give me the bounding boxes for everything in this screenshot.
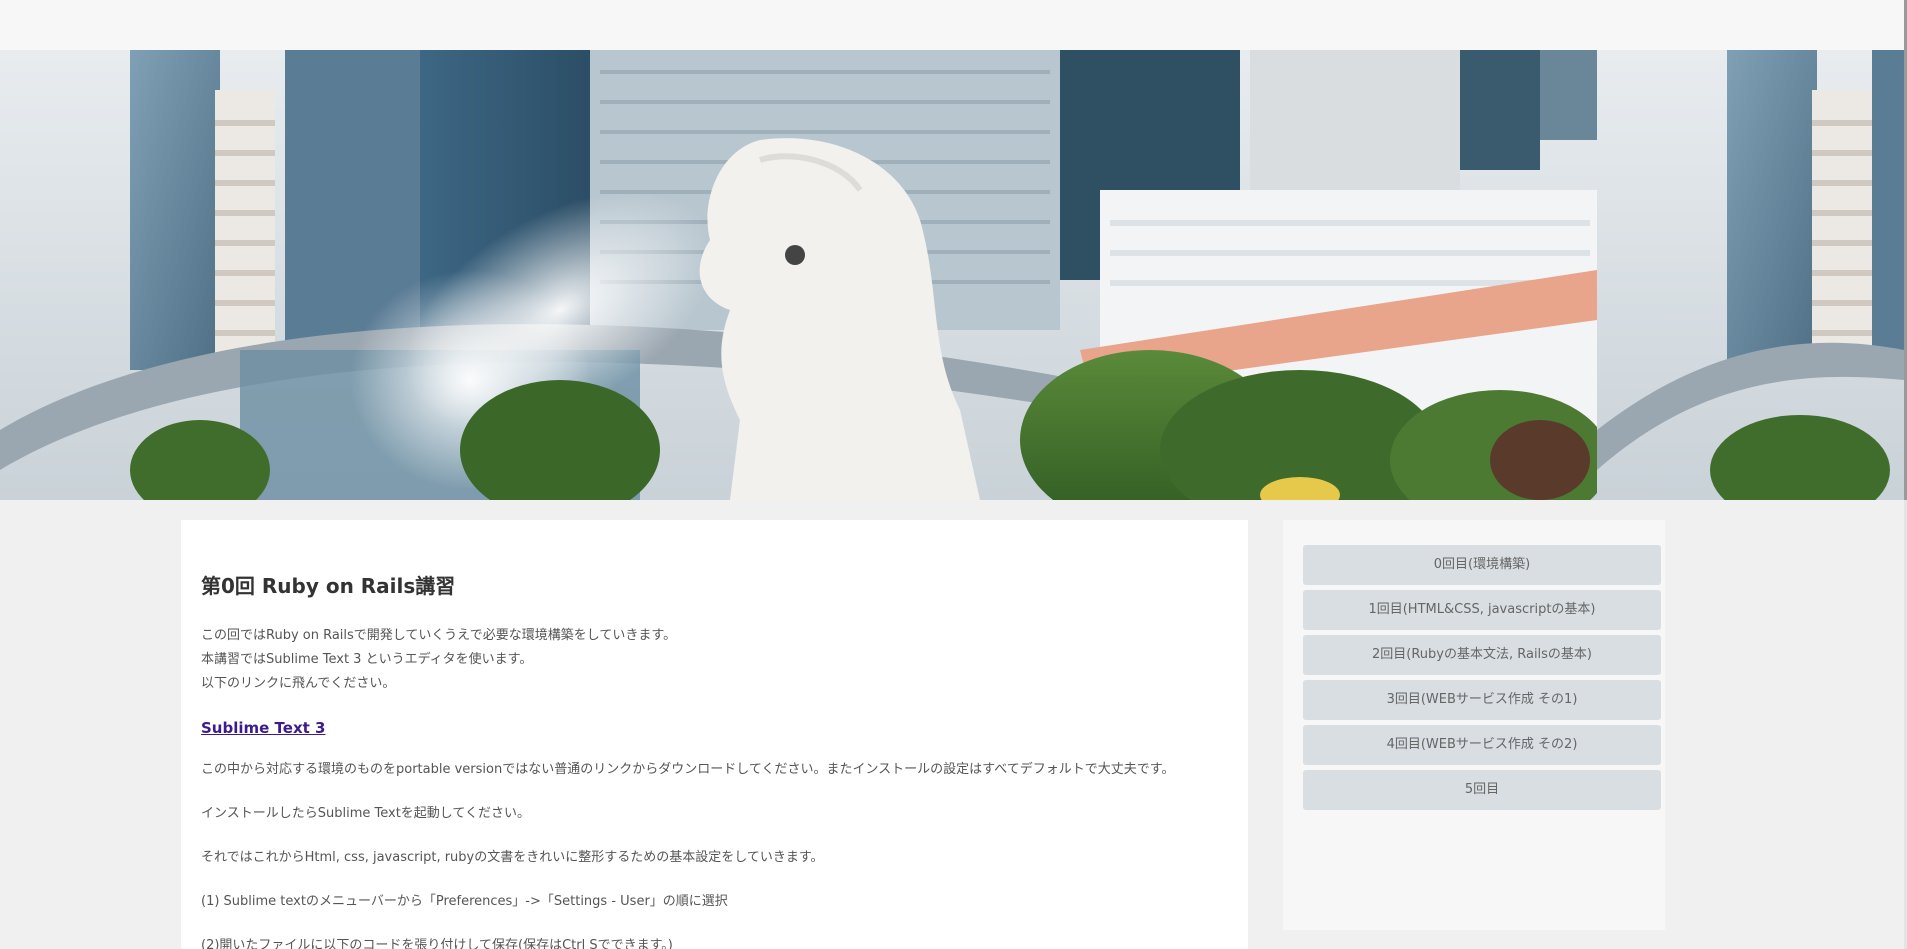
lesson-nav-item-4[interactable]: 4回目(WEBサービス作成 その2) [1303,725,1661,765]
lesson-nav-item-0[interactable]: 0回目(環境構築) [1303,545,1661,585]
lesson-nav-item-5[interactable]: 5回目 [1303,770,1661,810]
article-paragraph: インストールしたらSublime Textを起動してください。 [201,806,531,821]
intro-line: 本講習ではSublime Text 3 というエディタを使います。 [201,652,533,667]
article-panel: 第0回 Ruby on Rails講習 この回ではRuby on Railsで開… [181,520,1248,949]
article-paragraph: それではこれからHtml, css, javascript, rubyの文書をき… [201,850,824,865]
article-paragraph: (2)開いたファイルに以下のコードを張り付けして保存(保存はCtrl Sでできま… [201,938,673,949]
intro-line: この回ではRuby on Railsで開発していくうえで必要な環境構築をしていき… [201,628,677,643]
lesson-nav: 0回目(環境構築) 1回目(HTML&CSS, javascriptの基本) 2… [1283,520,1665,810]
top-bar [0,0,1907,50]
article-paragraph: (1) Sublime textのメニューバーから「Preferences」->… [201,894,728,909]
article-title: 第0回 Ruby on Rails講習 [201,574,456,598]
article-paragraph: この中から対応する環境のものをportable versionではない普通のリン… [201,762,1175,777]
merlion-skyline-photo [0,50,1904,500]
sidebar: 0回目(環境構築) 1回目(HTML&CSS, javascriptの基本) 2… [1283,520,1665,930]
lesson-nav-item-1[interactable]: 1回目(HTML&CSS, javascriptの基本) [1303,590,1661,630]
lesson-nav-item-3[interactable]: 3回目(WEBサービス作成 その1) [1303,680,1661,720]
hero-photo-repeat [1597,50,1904,500]
hero-banner-image [0,50,1904,500]
intro-line: 以下のリンクに飛んでください。 [201,676,396,691]
sublime-text-link[interactable]: Sublime Text 3 [201,716,325,740]
lesson-nav-item-2[interactable]: 2回目(Rubyの基本文法, Railsの基本) [1303,635,1661,675]
hero-photo-main [0,50,1610,500]
